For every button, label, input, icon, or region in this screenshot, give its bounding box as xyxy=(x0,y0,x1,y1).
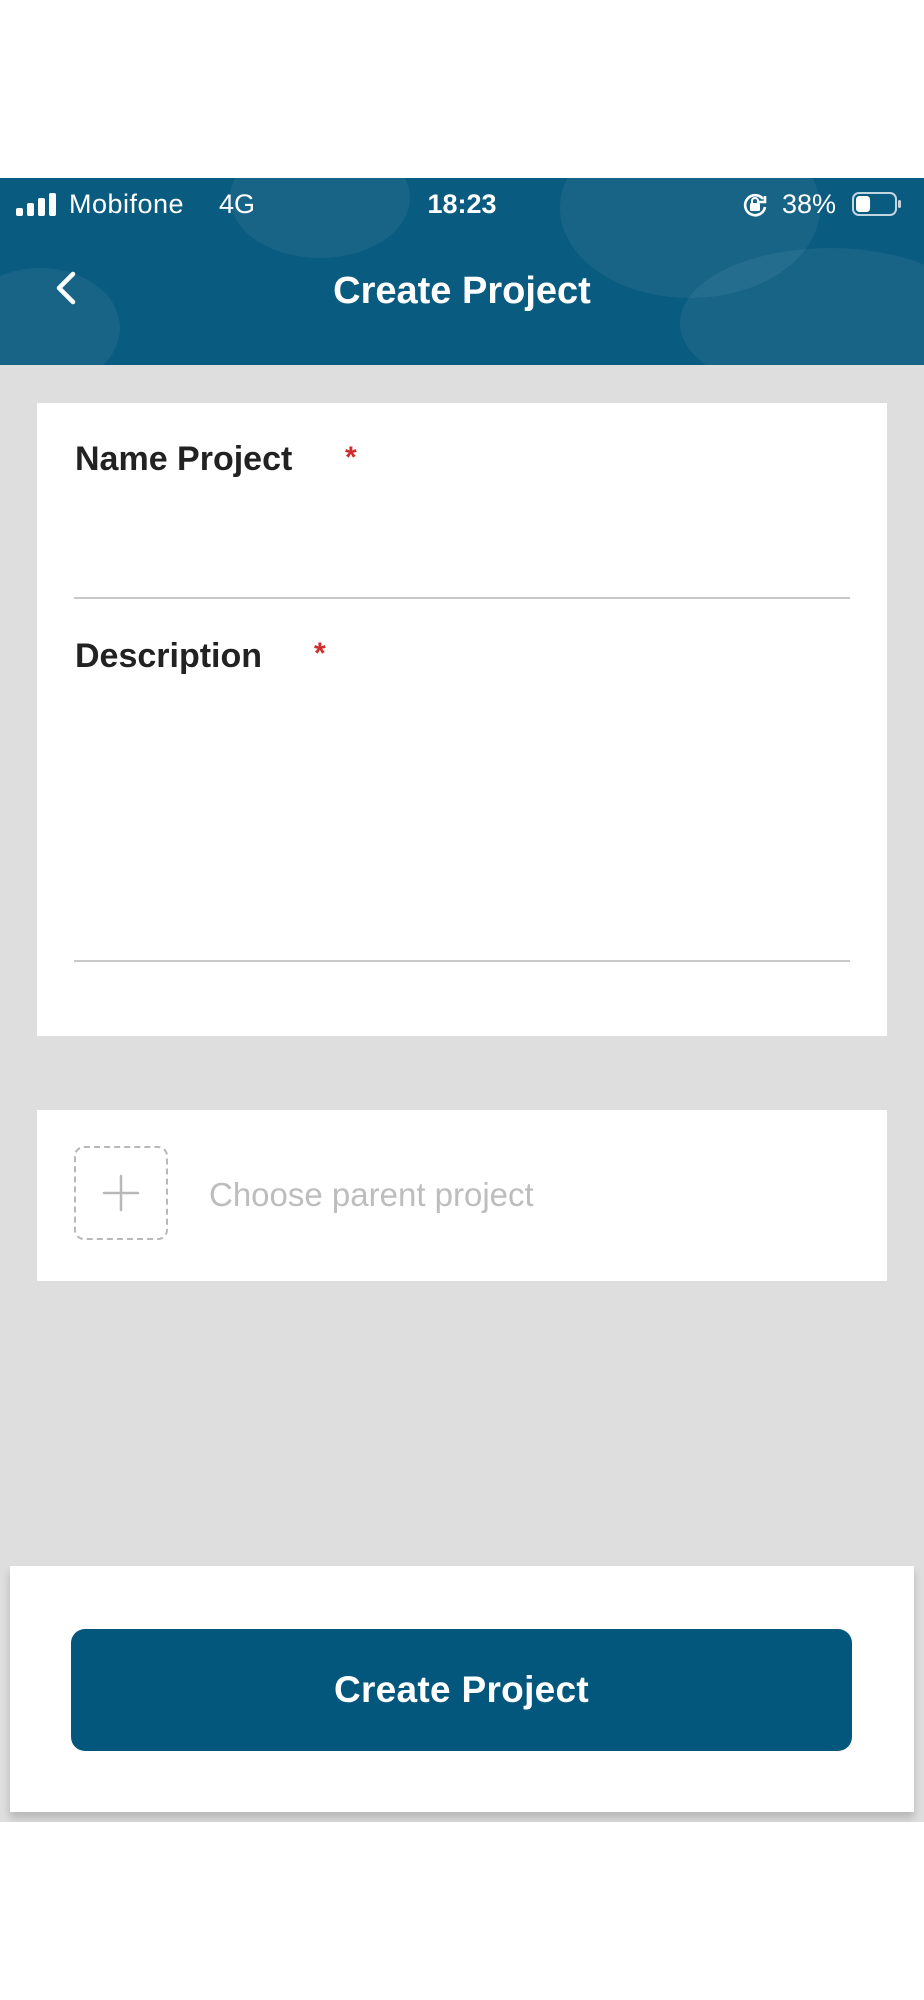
description-input[interactable] xyxy=(74,715,850,962)
app-header: Mobifone 4G 18:23 38% Create Project xyxy=(0,178,924,365)
name-project-label: Name Project xyxy=(75,440,293,478)
create-project-button[interactable]: Create Project xyxy=(71,1629,852,1751)
project-form-card: Name Project * Description * xyxy=(37,403,887,1036)
required-indicator: * xyxy=(345,441,357,474)
description-label: Description xyxy=(75,637,263,675)
status-bar: Mobifone 4G 18:23 38% xyxy=(0,178,924,230)
app-screen: Mobifone 4G 18:23 38% Create Project Nam… xyxy=(0,178,924,1822)
choose-parent-project-placeholder: Choose parent project xyxy=(209,1176,534,1213)
battery-percentage: 38% xyxy=(782,189,837,219)
page-title: Create Project xyxy=(333,270,591,312)
battery-icon xyxy=(852,192,901,216)
rotation-lock-icon xyxy=(743,193,767,217)
add-parent-box[interactable] xyxy=(74,1146,168,1240)
bottom-action-panel: Create Project xyxy=(10,1566,914,1812)
navigation-bar: Create Project xyxy=(0,230,924,365)
name-project-input[interactable] xyxy=(74,521,850,599)
plus-icon xyxy=(102,1174,140,1212)
required-indicator: * xyxy=(314,637,326,670)
choose-parent-project-button[interactable]: Choose parent project xyxy=(37,1110,887,1281)
